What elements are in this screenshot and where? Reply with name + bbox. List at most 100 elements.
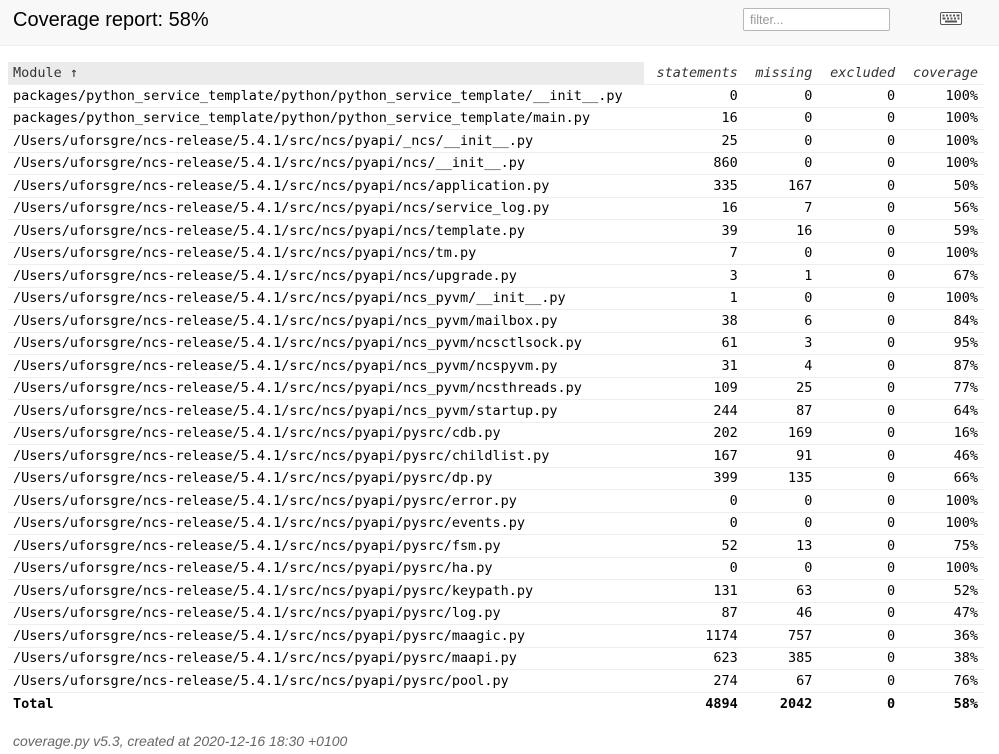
- table-row: /Users/uforsgre/ncs-release/5.4.1/src/nc…: [8, 467, 984, 490]
- module-link[interactable]: /Users/uforsgre/ncs-release/5.4.1/src/nc…: [8, 309, 645, 333]
- statements-cell: 0: [644, 557, 744, 580]
- module-link[interactable]: /Users/uforsgre/ncs-release/5.4.1/src/nc…: [8, 219, 645, 243]
- table-row: /Users/uforsgre/ncs-release/5.4.1/src/nc…: [8, 557, 984, 580]
- module-link[interactable]: packages/python_service_template/python/…: [8, 84, 645, 108]
- missing-cell: 6: [743, 309, 819, 333]
- total-missing: 2042: [779, 695, 813, 712]
- missing-cell: 0: [743, 512, 819, 535]
- module-link[interactable]: /Users/uforsgre/ncs-release/5.4.1/src/nc…: [8, 129, 645, 153]
- table-row: /Users/uforsgre/ncs-release/5.4.1/src/nc…: [8, 242, 984, 265]
- excluded-cell: 0: [818, 152, 902, 175]
- excluded-cell: 0: [818, 332, 902, 355]
- table-row: /Users/uforsgre/ncs-release/5.4.1/src/nc…: [8, 129, 984, 153]
- module-link[interactable]: /Users/uforsgre/ncs-release/5.4.1/src/nc…: [8, 332, 645, 355]
- missing-cell: 167: [743, 174, 819, 198]
- table-row: /Users/uforsgre/ncs-release/5.4.1/src/nc…: [8, 287, 984, 310]
- excluded-cell: 0: [818, 624, 902, 648]
- coverage-cell: 100%: [901, 129, 984, 153]
- total-excluded: 0: [887, 695, 896, 712]
- coverage-cell: 84%: [901, 309, 984, 333]
- module-link[interactable]: /Users/uforsgre/ncs-release/5.4.1/src/nc…: [8, 467, 645, 490]
- coverage-cell: 75%: [901, 534, 984, 558]
- excluded-cell: 0: [818, 399, 902, 423]
- table-row: /Users/uforsgre/ncs-release/5.4.1/src/nc…: [8, 512, 984, 535]
- excluded-cell: 0: [818, 107, 902, 130]
- module-link[interactable]: /Users/uforsgre/ncs-release/5.4.1/src/nc…: [8, 287, 645, 310]
- table-row: /Users/uforsgre/ncs-release/5.4.1/src/nc…: [8, 309, 984, 333]
- statements-cell: 31: [644, 354, 744, 378]
- table-row: /Users/uforsgre/ncs-release/5.4.1/src/nc…: [8, 624, 984, 648]
- coverage-cell: 100%: [901, 489, 984, 513]
- excluded-cell: 0: [818, 557, 902, 580]
- missing-cell: 0: [743, 557, 819, 580]
- column-statements[interactable]: statements: [644, 62, 744, 85]
- module-link[interactable]: /Users/uforsgre/ncs-release/5.4.1/src/nc…: [8, 489, 645, 513]
- coverage-cell: 67%: [901, 264, 984, 288]
- module-link[interactable]: /Users/uforsgre/ncs-release/5.4.1/src/nc…: [8, 264, 645, 288]
- module-link[interactable]: /Users/uforsgre/ncs-release/5.4.1/src/nc…: [8, 152, 645, 175]
- missing-cell: 7: [743, 197, 819, 220]
- table-row: /Users/uforsgre/ncs-release/5.4.1/src/nc…: [8, 354, 984, 378]
- module-link[interactable]: /Users/uforsgre/ncs-release/5.4.1/src/nc…: [8, 647, 645, 670]
- statements-cell: 623: [644, 647, 744, 670]
- keyboard-icon[interactable]: [940, 12, 962, 25]
- statements-cell: 167: [644, 444, 744, 468]
- coverage-cell: 16%: [901, 422, 984, 445]
- statements-cell: 131: [644, 579, 744, 603]
- column-missing[interactable]: missing: [743, 62, 819, 85]
- missing-cell: 0: [743, 287, 819, 310]
- module-link[interactable]: /Users/uforsgre/ncs-release/5.4.1/src/nc…: [8, 174, 645, 198]
- statements-cell: 109: [644, 377, 744, 400]
- module-link[interactable]: /Users/uforsgre/ncs-release/5.4.1/src/nc…: [8, 624, 645, 648]
- module-link[interactable]: /Users/uforsgre/ncs-release/5.4.1/src/nc…: [8, 354, 645, 378]
- module-link[interactable]: packages/python_service_template/python/…: [8, 107, 645, 130]
- excluded-cell: 0: [818, 129, 902, 153]
- module-link[interactable]: /Users/uforsgre/ncs-release/5.4.1/src/nc…: [8, 242, 645, 265]
- missing-cell: 0: [743, 84, 819, 108]
- module-link[interactable]: /Users/uforsgre/ncs-release/5.4.1/src/nc…: [8, 377, 645, 400]
- column-coverage[interactable]: coverage: [901, 62, 984, 85]
- coverage-cell: 87%: [901, 354, 984, 378]
- module-link[interactable]: /Users/uforsgre/ncs-release/5.4.1/src/nc…: [8, 669, 645, 693]
- coverage-cell: 52%: [901, 579, 984, 603]
- coverage-cell: 95%: [901, 332, 984, 355]
- statements-cell: 1: [644, 287, 744, 310]
- module-link[interactable]: /Users/uforsgre/ncs-release/5.4.1/src/nc…: [8, 579, 645, 603]
- missing-cell: 87: [743, 399, 819, 423]
- missing-cell: 3: [743, 332, 819, 355]
- statements-cell: 860: [644, 152, 744, 175]
- table-row: /Users/uforsgre/ncs-release/5.4.1/src/nc…: [8, 669, 984, 693]
- module-link[interactable]: /Users/uforsgre/ncs-release/5.4.1/src/nc…: [8, 197, 645, 220]
- statements-cell: 202: [644, 422, 744, 445]
- coverage-cell: 100%: [901, 512, 984, 535]
- statements-cell: 39: [644, 219, 744, 243]
- module-link[interactable]: /Users/uforsgre/ncs-release/5.4.1/src/nc…: [8, 399, 645, 423]
- filter-input[interactable]: [743, 8, 890, 31]
- column-module[interactable]: Module ↑: [8, 62, 645, 85]
- excluded-cell: 0: [818, 309, 902, 333]
- footer-credits: coverage.py v5.3, created at 2020-12-16 …: [13, 733, 348, 749]
- excluded-cell: 0: [818, 264, 902, 288]
- excluded-cell: 0: [818, 444, 902, 468]
- excluded-cell: 0: [818, 84, 902, 108]
- statements-cell: 7: [644, 242, 744, 265]
- excluded-cell: 0: [818, 467, 902, 490]
- statements-cell: 52: [644, 534, 744, 558]
- module-link[interactable]: /Users/uforsgre/ncs-release/5.4.1/src/nc…: [8, 534, 645, 558]
- module-link[interactable]: /Users/uforsgre/ncs-release/5.4.1/src/nc…: [8, 422, 645, 445]
- missing-cell: 0: [743, 489, 819, 513]
- column-excluded[interactable]: excluded: [818, 62, 902, 85]
- coverage-cell: 66%: [901, 467, 984, 490]
- module-link[interactable]: /Users/uforsgre/ncs-release/5.4.1/src/nc…: [8, 444, 645, 468]
- module-link[interactable]: /Users/uforsgre/ncs-release/5.4.1/src/nc…: [8, 557, 645, 580]
- report-header: Coverage report: 58%: [0, 0, 999, 46]
- missing-cell: 67: [743, 669, 819, 693]
- table-row: /Users/uforsgre/ncs-release/5.4.1/src/nc…: [8, 399, 984, 423]
- missing-cell: 63: [743, 579, 819, 603]
- statements-cell: 87: [644, 602, 744, 625]
- module-link[interactable]: /Users/uforsgre/ncs-release/5.4.1/src/nc…: [8, 602, 645, 625]
- statements-cell: 274: [644, 669, 744, 693]
- module-link[interactable]: /Users/uforsgre/ncs-release/5.4.1/src/nc…: [8, 512, 645, 535]
- table-header-row: Module ↑ statements missing excluded cov…: [8, 62, 984, 85]
- excluded-cell: 0: [818, 242, 902, 265]
